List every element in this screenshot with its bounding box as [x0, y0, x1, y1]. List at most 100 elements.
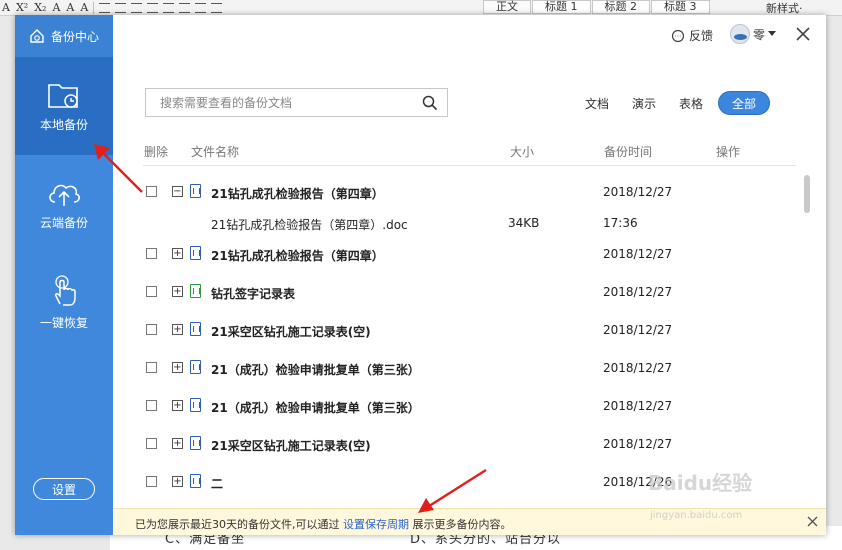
header-backup-time: 备份时间 — [604, 145, 653, 159]
filter-presentations[interactable]: 演示 — [632, 95, 656, 112]
row-checkbox[interactable] — [146, 248, 157, 259]
ribbon-separator — [93, 1, 95, 14]
subscript-icon[interactable]: X₂ — [34, 1, 46, 14]
row-checkbox[interactable] — [146, 286, 157, 297]
filter-tabs: 文档 演示 表格 全部 — [585, 91, 771, 115]
file-name: 21采空区钻孔施工记录表(空) — [211, 325, 371, 339]
expand-icon[interactable]: + — [172, 476, 183, 487]
table-row[interactable]: + 21采空区钻孔施工记录表(空) 2018/12/27 — [15, 429, 715, 459]
search-box — [145, 88, 448, 117]
row-checkbox[interactable] — [146, 400, 157, 411]
header-file-name: 文件名称 — [191, 145, 240, 159]
feedback-chat-icon — [671, 29, 685, 42]
table-row[interactable]: + 21（成孔）检验申请批复单（第三张） 2018/12/27 — [15, 353, 715, 383]
word-ribbon: A X² X₂ A A A 正文 标题 1 标题 2 标题 3 新样式· — [0, 0, 842, 16]
word-doc-icon — [190, 474, 201, 488]
superscript-icon[interactable]: X² — [16, 1, 28, 14]
table-row[interactable]: + 钻孔签字记录表 2018/12/27 — [15, 277, 715, 307]
notice-text-before: 已为您展示最近30天的备份文件,可以通过 — [135, 518, 340, 531]
expand-icon[interactable]: + — [172, 438, 183, 449]
style-heading-3[interactable]: 标题 3 — [651, 0, 710, 14]
shading-icon[interactable] — [195, 2, 207, 13]
word-doc-icon — [190, 360, 201, 374]
align-right-icon[interactable] — [131, 2, 143, 13]
expand-icon[interactable]: + — [172, 324, 183, 335]
justify-icon[interactable] — [147, 2, 159, 13]
distributed-icon[interactable] — [163, 2, 175, 13]
backup-date: 2018/12/27 — [603, 437, 673, 451]
file-name: 二 — [211, 477, 224, 491]
align-left-icon[interactable] — [99, 2, 111, 13]
file-name: 21（成孔）检验申请批复单（第三张） — [211, 363, 420, 377]
search-icon[interactable] — [422, 95, 438, 111]
style-heading-1[interactable]: 标题 1 — [532, 0, 591, 14]
word-doc-icon — [190, 184, 201, 198]
notice-text-after: 展示更多备份内容。 — [412, 518, 512, 531]
user-name: 零 — [753, 27, 766, 42]
table-row[interactable]: + 二 2018/12/26 — [15, 467, 715, 497]
table-row[interactable]: + 21（成孔）检验申请批复单（第三张） 2018/12/27 — [15, 391, 715, 421]
filter-documents[interactable]: 文档 — [585, 95, 609, 112]
backup-date: 2018/12/27 — [603, 323, 673, 337]
new-style-button[interactable]: 新样式· — [766, 0, 803, 15]
expand-icon[interactable]: + — [172, 248, 183, 259]
nav-local-backup[interactable]: 本地备份 — [15, 57, 113, 155]
dialog-topbar: 反馈 零 — [113, 15, 826, 57]
file-name: 21采空区钻孔施工记录表(空) — [211, 439, 371, 453]
style-normal[interactable]: 正文 — [483, 0, 531, 14]
line-spacing-icon[interactable] — [179, 2, 191, 13]
backup-date: 2018/12/27 — [603, 285, 673, 299]
backup-date: 2018/12/27 — [603, 247, 673, 261]
row-checkbox[interactable] — [146, 362, 157, 373]
backup-center-dialog: 备份中心 本地备份 云端备份 一键恢复 设置 反馈 零 搜索需要查看的备份文档 … — [15, 15, 826, 535]
file-name: 21钻孔成孔检验报告（第四章） — [211, 187, 384, 201]
row-checkbox[interactable] — [146, 476, 157, 487]
nav-local-backup-label: 本地备份 — [39, 117, 88, 132]
filter-spreadsheets[interactable]: 表格 — [679, 95, 703, 112]
font-color-a-icon[interactable]: A — [2, 1, 10, 14]
close-icon[interactable] — [794, 25, 812, 43]
header-divider — [143, 165, 796, 166]
file-size: 34KB — [508, 216, 540, 230]
excel-doc-icon — [190, 284, 201, 298]
expand-icon[interactable]: + — [172, 362, 183, 373]
filter-all[interactable]: 全部 — [718, 91, 771, 115]
scrollbar-thumb[interactable] — [804, 175, 810, 213]
table-row[interactable]: − 21钻孔成孔检验报告（第四章） 2018/12/27 — [15, 177, 715, 207]
align-center-icon[interactable] — [115, 2, 127, 13]
border-icon[interactable] — [211, 2, 223, 13]
baidu-watermark-logo: Baidu经验 — [648, 471, 753, 495]
local-folder-clock-icon — [48, 83, 78, 108]
header-delete: 删除 — [144, 145, 169, 159]
expand-icon[interactable]: + — [172, 286, 183, 297]
chevron-down-icon — [768, 31, 777, 36]
set-retention-link[interactable]: 设置保存周期 — [343, 518, 409, 531]
row-checkbox[interactable] — [146, 186, 157, 197]
backup-center-icon — [30, 29, 44, 43]
word-doc-icon — [190, 246, 201, 260]
table-row[interactable]: + 21钻孔成孔检验报告（第四章） 2018/12/27 — [15, 239, 715, 269]
backup-date: 2018/12/27 — [603, 185, 673, 199]
search-input[interactable] — [158, 95, 412, 111]
table-row[interactable]: + 21采空区钻孔施工记录表(空) 2018/12/27 — [15, 315, 715, 345]
row-checkbox[interactable] — [146, 438, 157, 449]
feedback-button[interactable]: 反馈 — [671, 27, 713, 44]
font-color-icon[interactable]: A — [66, 1, 74, 14]
collapse-icon[interactable]: − — [172, 186, 183, 197]
char-shading-icon[interactable]: A — [80, 1, 88, 14]
style-heading-2[interactable]: 标题 2 — [591, 0, 650, 14]
close-icon[interactable] — [807, 516, 818, 527]
user-menu[interactable]: 零 — [730, 24, 777, 44]
header-size: 大小 — [510, 145, 535, 159]
text-effect-icon[interactable]: A — [52, 1, 60, 14]
word-doc-icon — [190, 322, 201, 336]
avatar — [730, 24, 750, 44]
feedback-label: 反馈 — [689, 29, 714, 43]
file-name: 21（成孔）检验申请批复单（第三张） — [211, 401, 420, 415]
word-doc-icon — [190, 436, 201, 450]
table-subrow[interactable]: 21钻孔成孔检验报告（第四章）.doc 34KB 17:36 — [15, 208, 715, 238]
notice-text: 已为您展示最近30天的备份文件,可以通过 设置保存周期 展示更多备份内容。 — [135, 516, 512, 532]
row-checkbox[interactable] — [146, 324, 157, 335]
backup-date: 2018/12/27 — [603, 361, 673, 375]
expand-icon[interactable]: + — [172, 400, 183, 411]
